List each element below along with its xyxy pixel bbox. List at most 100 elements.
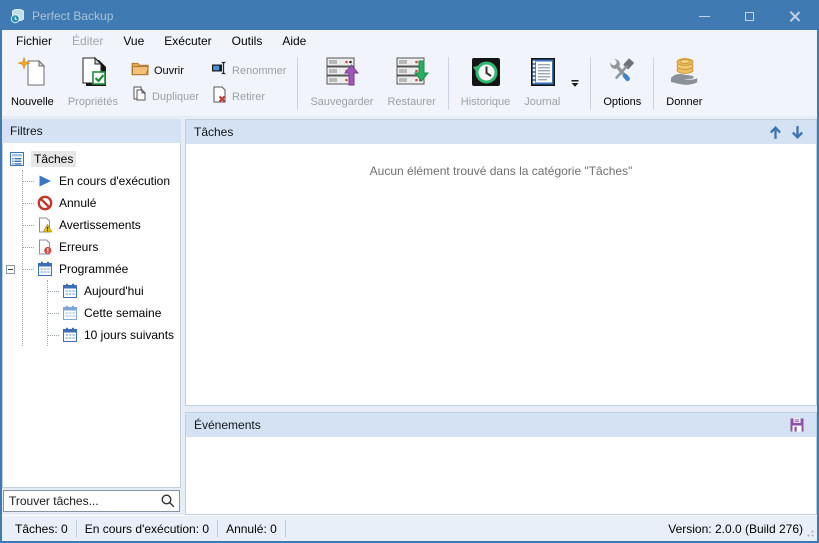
app-icon	[10, 8, 26, 24]
events-panel-header: Événements	[186, 413, 816, 437]
tree-item-programmee[interactable]: Programmée	[6, 258, 180, 280]
toolbar-separator	[653, 57, 655, 110]
search-wrap	[3, 490, 180, 512]
toolbar-label: Restaurer	[387, 96, 436, 108]
events-title: Événements	[194, 418, 261, 432]
restore-icon	[395, 56, 429, 93]
sidebar: Filtres Tâches En cours d'exécution Annu…	[2, 119, 181, 515]
close-button[interactable]	[772, 2, 817, 30]
status-tasks-count: Tâches: 0	[15, 521, 68, 536]
toolbar-label: Journal	[524, 96, 561, 108]
menu-executer[interactable]: Exécuter	[154, 32, 221, 50]
move-up-button[interactable]	[764, 121, 786, 143]
toolbar-label: Nouvelle	[11, 96, 54, 108]
tree-item-cette-semaine[interactable]: Cette semaine	[48, 302, 180, 324]
tree-connector	[23, 202, 34, 204]
menu-aide[interactable]: Aide	[272, 32, 316, 50]
tree-item-annule[interactable]: Annulé	[23, 192, 180, 214]
toolbar-button-journal[interactable]: Journal	[517, 53, 567, 114]
journal-dropdown-button[interactable]	[567, 53, 583, 114]
toolbar-button-dupliquer[interactable]: Dupliquer	[127, 84, 203, 110]
toolbar-button-options[interactable]: Options	[596, 53, 648, 114]
running-icon	[37, 173, 53, 189]
menu-fichier[interactable]: Fichier	[6, 32, 62, 50]
tree-item-label: Avertissements	[59, 218, 141, 232]
search-input[interactable]	[3, 490, 180, 512]
history-icon	[470, 56, 502, 93]
toolbar-button-historique[interactable]: Historique	[454, 53, 518, 114]
toolbar-button-sauvegarder[interactable]: Sauvegarder	[303, 53, 380, 114]
tasks-list-area: Aucun élément trouvé dans la catégorie "…	[186, 144, 816, 405]
tree-item-en-cours[interactable]: En cours d'exécution	[23, 170, 180, 192]
toolbar-button-retirer[interactable]: Retirer	[207, 84, 290, 110]
minimize-icon	[699, 15, 710, 17]
tree-item-taches[interactable]: Tâches	[9, 148, 180, 170]
calendar-light-icon	[62, 305, 78, 321]
options-icon	[605, 56, 639, 93]
toolbar-label: Historique	[460, 96, 511, 108]
resize-grip[interactable]	[806, 530, 814, 538]
filters-title: Filtres	[10, 124, 43, 138]
toolbar-button-proprietes[interactable]: Propriétés	[61, 53, 125, 114]
remove-icon	[211, 86, 228, 108]
maximize-button[interactable]	[727, 2, 772, 30]
arrow-down-icon	[791, 125, 803, 139]
filters-tree-area: Tâches En cours d'exécution Annulé Avert…	[2, 143, 181, 488]
properties-icon	[77, 56, 109, 93]
status-cancelled-count: Annulé: 0	[226, 521, 277, 536]
move-down-button[interactable]	[786, 121, 808, 143]
toolbar-group-edit-ops: Renommer Retirer	[207, 53, 290, 114]
status-separator	[284, 520, 286, 537]
toolbar-separator	[590, 57, 592, 110]
tree-item-10-jours[interactable]: 10 jours suivants	[48, 324, 180, 346]
toolbar-separator	[297, 57, 299, 110]
save-icon	[790, 418, 804, 432]
toolbar-separator	[447, 57, 449, 110]
task-list-icon	[9, 151, 25, 167]
toolbar-button-ouvrir[interactable]: Ouvrir	[127, 58, 203, 84]
tasks-empty-message: Aucun élément trouvé dans la catégorie "…	[369, 164, 633, 178]
menu-vue[interactable]: Vue	[113, 32, 154, 50]
toolbar-label: Ouvrir	[153, 64, 184, 77]
search-icon[interactable]	[160, 493, 176, 514]
minimize-button[interactable]	[682, 2, 727, 30]
tree-item-label: Cette semaine	[84, 306, 162, 320]
menu-editer[interactable]: Éditer	[62, 32, 113, 50]
calendar-icon	[62, 283, 78, 299]
backup-icon	[325, 56, 360, 93]
toolbar-button-nouvelle[interactable]: Nouvelle	[4, 53, 61, 114]
toolbar-button-renommer[interactable]: Renommer	[207, 58, 290, 84]
filters-panel-header: Filtres	[2, 119, 181, 143]
close-icon	[789, 11, 800, 22]
tree-connector	[48, 290, 59, 292]
tree-item-aujourdhui[interactable]: Aujourd'hui	[48, 280, 180, 302]
toolbar-button-donner[interactable]: Donner	[659, 53, 709, 114]
menu-outils[interactable]: Outils	[222, 32, 273, 50]
journal-icon	[526, 56, 558, 93]
open-folder-icon	[131, 61, 150, 81]
errors-icon	[37, 239, 53, 255]
toolbar-label: Propriétés	[67, 96, 118, 108]
toolbar-button-restaurer[interactable]: Restaurer	[380, 53, 442, 114]
calendar-icon	[62, 327, 78, 343]
tree-item-erreurs[interactable]: Erreurs	[23, 236, 180, 258]
tree-connector	[48, 334, 59, 336]
duplicate-icon	[131, 86, 148, 108]
tree-item-label: Erreurs	[59, 240, 99, 254]
tree-item-label: En cours d'exécution	[59, 174, 171, 188]
tree-item-label: Tâches	[31, 151, 77, 167]
save-events-button[interactable]	[786, 414, 808, 436]
tasks-panel-header: Tâches	[186, 120, 816, 144]
toolbar-label: Donner	[666, 96, 703, 108]
tree-item-avertissements[interactable]: Avertissements	[23, 214, 180, 236]
filters-tree: Tâches En cours d'exécution Annulé Avert…	[3, 143, 180, 346]
toolbar-label: Dupliquer	[151, 90, 200, 103]
app-window: Perfect Backup Fichier Éditer Vue Exécut…	[0, 0, 819, 543]
tree-expander-icon[interactable]	[6, 265, 15, 274]
new-task-icon	[16, 56, 48, 93]
search-row	[2, 488, 181, 515]
dropdown-arrow-icon	[570, 75, 580, 93]
toolbar-label: Renommer	[232, 64, 287, 77]
tree-connector	[23, 180, 34, 182]
tree-connector	[23, 224, 34, 226]
